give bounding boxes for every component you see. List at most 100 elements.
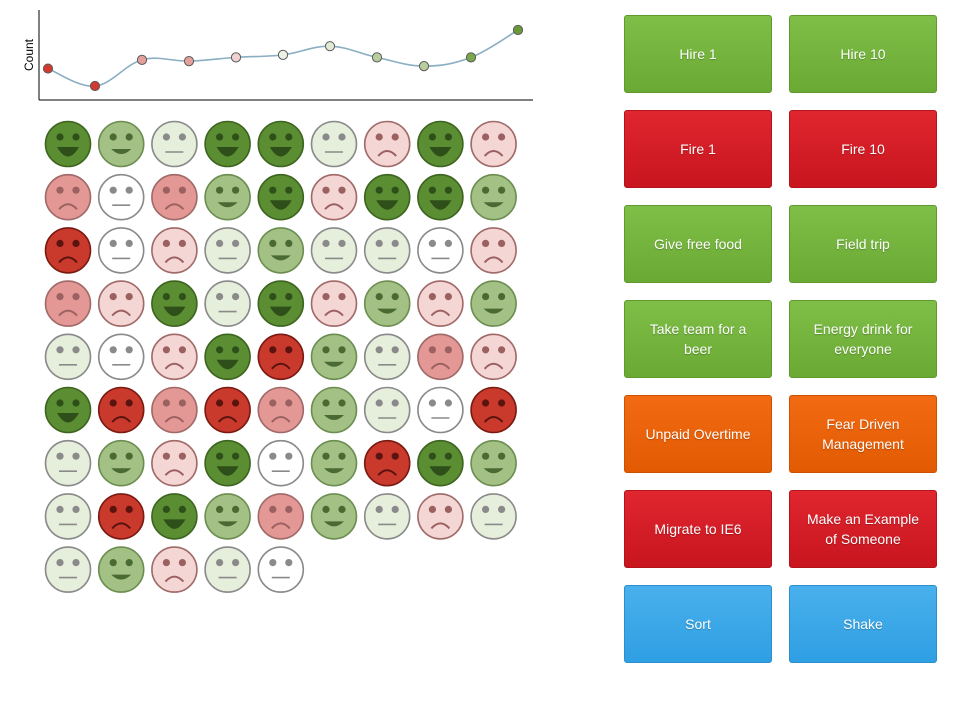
employee-face — [417, 333, 464, 381]
employee-face — [151, 439, 198, 487]
employee-face — [204, 493, 251, 540]
unpaid-overtime-label: Unpaid Overtime — [645, 426, 751, 442]
employee-face — [363, 173, 411, 221]
field-trip-label: Field trip — [836, 236, 890, 252]
employee-face — [310, 333, 358, 381]
employee-face — [151, 280, 198, 327]
fear-driven-management-button[interactable]: Fear Driven Management — [789, 395, 937, 473]
employee-face — [417, 120, 464, 168]
employee-face — [257, 386, 305, 434]
employee-face — [204, 173, 251, 221]
employee-face — [204, 227, 251, 274]
employee-face — [257, 227, 305, 274]
hire-10-label: Hire 10 — [840, 46, 886, 62]
employee-face — [470, 386, 517, 434]
employee-face — [44, 439, 92, 487]
employee-face — [310, 439, 358, 487]
employee-face — [417, 173, 464, 221]
hire-1-button[interactable]: Hire 1 — [624, 15, 772, 93]
employee-face — [204, 280, 251, 327]
employee-face — [363, 280, 411, 327]
migrate-ie6-button[interactable]: Migrate to IE6 — [624, 490, 772, 568]
fire-1-label: Fire 1 — [680, 141, 716, 157]
employee-face — [151, 493, 198, 540]
sort-label: Sort — [685, 616, 711, 632]
employee-face — [151, 173, 198, 221]
example-label-line1: Make an Example — [806, 511, 920, 527]
beer-button[interactable]: Take team for a beer — [624, 300, 772, 378]
employee-face — [151, 386, 198, 434]
employee-face — [97, 493, 145, 540]
fear-label: Fear Driven Management — [822, 414, 904, 454]
fear-label-line2: Management — [822, 436, 904, 452]
employee-face — [470, 280, 517, 327]
employee-face — [97, 227, 145, 274]
hire-10-button[interactable]: Hire 10 — [789, 15, 937, 93]
fire-1-button[interactable]: Fire 1 — [624, 110, 772, 188]
employee-face — [257, 120, 305, 168]
employee-face — [97, 333, 145, 381]
employee-face — [363, 386, 411, 434]
employee-face — [97, 120, 145, 168]
field-trip-button[interactable]: Field trip — [789, 205, 937, 283]
employee-face — [363, 333, 411, 381]
shake-button[interactable]: Shake — [789, 585, 937, 663]
employee-face — [363, 227, 411, 274]
employee-face — [417, 439, 464, 487]
free-food-label: Give free food — [654, 236, 742, 252]
employee-face — [470, 173, 517, 221]
beer-label-line1: Take team for a — [649, 321, 747, 337]
employee-face — [470, 493, 517, 540]
employee-face — [44, 493, 92, 540]
employee-face — [44, 120, 92, 168]
employee-face — [310, 386, 358, 434]
employee-face — [204, 120, 251, 168]
employee-face — [363, 120, 411, 168]
employee-face — [97, 280, 145, 327]
make-example-label: Make an Example of Someone — [807, 509, 919, 549]
employee-face — [204, 386, 251, 434]
employee-face — [257, 280, 305, 327]
beer-label-line2: beer — [683, 341, 713, 357]
employee-face — [470, 227, 517, 274]
beer-label: Take team for a beer — [650, 319, 747, 359]
employee-face — [417, 386, 464, 434]
fear-label-line1: Fear Driven — [826, 416, 900, 432]
employee-face — [257, 493, 305, 540]
employee-face — [417, 493, 464, 540]
employee-face — [44, 227, 92, 274]
make-example-button[interactable]: Make an Example of Someone — [789, 490, 937, 568]
sort-button[interactable]: Sort — [624, 585, 772, 663]
employee-face — [257, 439, 305, 487]
employee-face — [363, 439, 411, 487]
employee-face — [151, 546, 198, 593]
free-food-button[interactable]: Give free food — [624, 205, 772, 283]
energy-label-line1: Energy drink for — [813, 321, 913, 337]
employee-face — [44, 173, 92, 221]
employee-face — [257, 546, 305, 593]
unpaid-overtime-button[interactable]: Unpaid Overtime — [624, 395, 772, 473]
employee-face — [257, 173, 305, 221]
employee-face — [470, 120, 517, 168]
employee-face — [417, 227, 464, 274]
energy-drink-button[interactable]: Energy drink for everyone — [789, 300, 937, 378]
employee-face — [470, 439, 517, 487]
employee-face — [151, 333, 198, 381]
employee-face — [310, 120, 358, 168]
employee-face — [204, 333, 251, 381]
fire-10-button[interactable]: Fire 10 — [789, 110, 937, 188]
employee-face — [470, 333, 517, 381]
shake-label: Shake — [843, 616, 883, 632]
employee-face — [151, 227, 198, 274]
employee-face — [310, 280, 358, 327]
employee-face — [310, 227, 358, 274]
employee-face — [204, 546, 251, 593]
employee-face — [151, 120, 198, 168]
energy-label-line2: everyone — [834, 341, 892, 357]
employee-face — [97, 386, 145, 434]
fire-10-label: Fire 10 — [841, 141, 885, 157]
employee-face — [97, 546, 145, 593]
employee-face — [97, 439, 145, 487]
employee-face — [257, 333, 305, 381]
employee-face — [44, 333, 92, 381]
